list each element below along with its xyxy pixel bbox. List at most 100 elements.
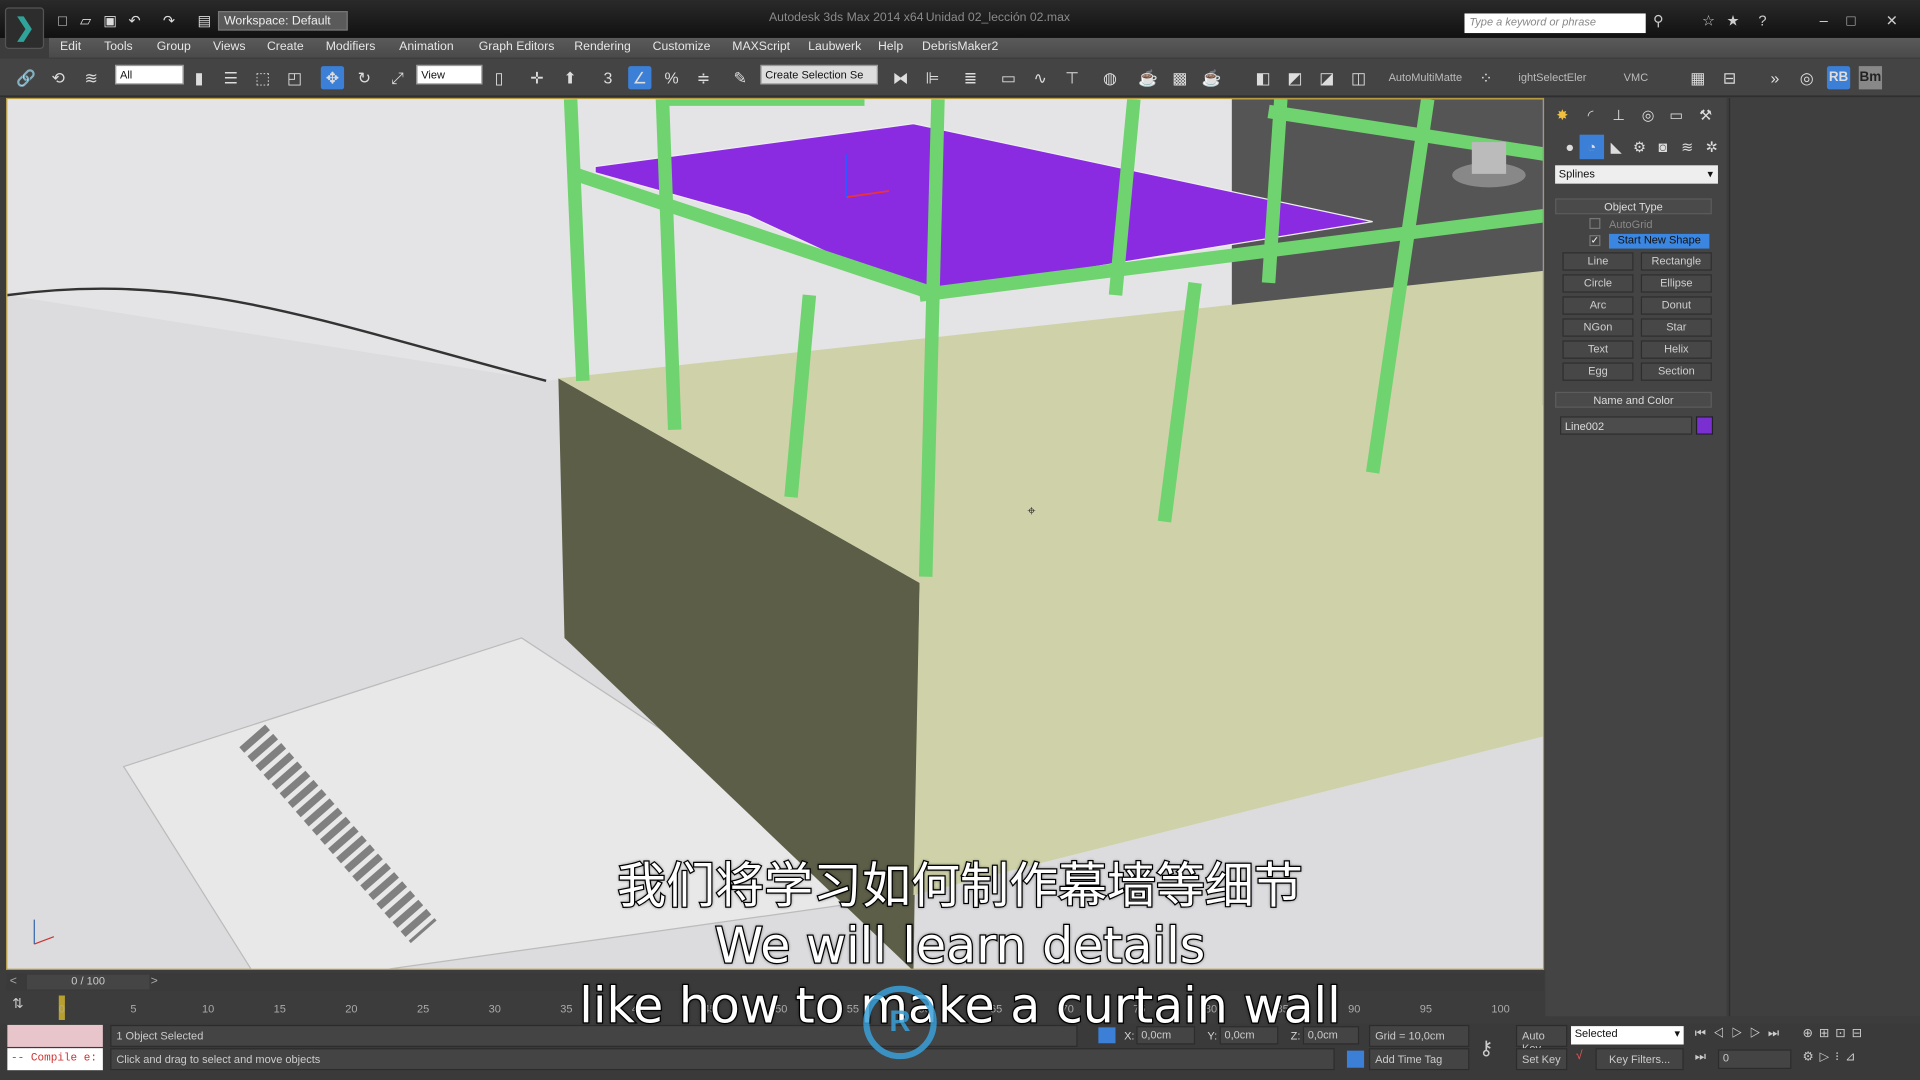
circle-button[interactable]: Circle (1562, 274, 1634, 293)
snaps-toggle-icon[interactable]: 3 (596, 66, 619, 89)
donut-button[interactable]: Donut (1640, 296, 1712, 315)
star-button[interactable]: Star (1640, 318, 1712, 337)
named-selection-dropdown[interactable]: Create Selection Se (760, 64, 878, 85)
object-color-swatch[interactable] (1695, 416, 1714, 435)
text-button[interactable]: Text (1562, 340, 1634, 359)
spinner-snap-icon[interactable]: ≑ (692, 66, 715, 89)
schematic-view-icon[interactable]: ⊤ (1060, 66, 1083, 89)
light-select-button[interactable]: ightSelectEler (1518, 71, 1586, 83)
menu-laubwerk[interactable]: Laubwerk (808, 40, 861, 53)
redo-icon[interactable]: ↷ (160, 12, 177, 29)
name-and-color-rollout[interactable]: Name and Color (1555, 391, 1712, 408)
object-type-rollout[interactable]: Object Type (1555, 198, 1712, 215)
favorite-icon[interactable]: ★ (1727, 12, 1740, 29)
menu-modifiers[interactable]: Modifiers (326, 40, 376, 53)
mirror-icon[interactable]: ⧓ (889, 66, 912, 89)
project-folder-icon[interactable]: ▤ (196, 12, 213, 29)
ellipse-button[interactable]: Ellipse (1640, 274, 1712, 293)
menu-tools[interactable]: Tools (104, 40, 133, 53)
systems-icon[interactable]: ✲ (1700, 135, 1724, 159)
collapse-icon[interactable]: ⊟ (1718, 66, 1741, 89)
search-input[interactable]: Type a keyword or phrase (1464, 13, 1646, 34)
star-icon[interactable]: ☆ (1702, 12, 1715, 29)
maximize-icon[interactable]: □ (1847, 12, 1856, 29)
start-new-shape-checkbox[interactable]: ✓ (1589, 235, 1601, 247)
render-setup-icon[interactable]: ☕ (1136, 66, 1159, 89)
link-icon[interactable]: 🔗 (15, 66, 38, 89)
plugin-icon[interactable]: ◎ (1795, 66, 1818, 89)
align-icon[interactable]: ⊫ (921, 66, 944, 89)
lights-icon[interactable]: ◣ (1604, 135, 1628, 159)
display-tab-icon[interactable]: ▭ (1664, 103, 1688, 127)
render-production-icon[interactable]: ☕ (1200, 66, 1223, 89)
container-remove-icon[interactable]: ◪ (1315, 66, 1338, 89)
menu-views[interactable]: Views (213, 40, 245, 53)
perspective-viewport[interactable]: ⌖ (6, 97, 1545, 970)
maxscript-output[interactable]: -- Compile e: (7, 1048, 103, 1071)
select-by-name-icon[interactable]: ☰ (219, 66, 242, 89)
menu-create[interactable]: Create (267, 40, 304, 53)
percent-snap-icon[interactable]: % (660, 66, 683, 89)
select-move-icon[interactable]: ✥ (320, 66, 345, 90)
utilities-tab-icon[interactable]: ⚒ (1693, 103, 1717, 127)
bm-button[interactable]: Bm (1858, 66, 1883, 90)
particles-icon[interactable]: ⁘ (1474, 66, 1497, 89)
vmc-button[interactable]: VMC (1624, 71, 1648, 83)
create-tab-icon[interactable]: ✸ (1550, 103, 1574, 127)
window-crossing-icon[interactable]: ◰ (283, 66, 306, 89)
egg-button[interactable]: Egg (1562, 362, 1634, 381)
app-logo[interactable]: ❯ (4, 7, 45, 49)
keyboard-shortcut-icon[interactable]: ⬆ (558, 66, 581, 89)
manipulate-icon[interactable]: ✛ (525, 66, 548, 89)
set-key-button[interactable]: Set Key (1515, 1048, 1568, 1071)
container-inherit-icon[interactable]: ◫ (1347, 66, 1370, 89)
material-editor-icon[interactable]: ◍ (1098, 66, 1121, 89)
select-rotate-icon[interactable]: ↻ (353, 66, 376, 89)
undo-icon[interactable]: ↶ (126, 12, 143, 29)
edit-named-selection-icon[interactable]: ✎ (729, 66, 752, 89)
new-file-icon[interactable]: □ (54, 12, 71, 29)
hierarchy-icon[interactable]: ▦ (1686, 66, 1709, 89)
menu-customize[interactable]: Customize (653, 40, 711, 53)
motion-tab-icon[interactable]: ◎ (1636, 103, 1660, 127)
menu-debrismaker2[interactable]: DebrisMaker2 (922, 40, 998, 53)
minimize-icon[interactable]: – (1820, 12, 1828, 29)
key-tangent-icon[interactable]: √ (1576, 1049, 1583, 1062)
menu-rendering[interactable]: Rendering (574, 40, 631, 53)
menu-help[interactable]: Help (878, 40, 903, 53)
workspace-dropdown[interactable]: Workspace: Default (217, 11, 348, 31)
binoculars-icon[interactable]: ⚲ (1653, 12, 1664, 29)
chevron-down-icon[interactable]: » (1763, 66, 1786, 89)
angle-snap-icon[interactable]: ∠ (628, 66, 652, 90)
rectangle-button[interactable]: Rectangle (1640, 252, 1712, 271)
auto-multi-matte-button[interactable]: AutoMultiMatte (1389, 71, 1463, 83)
bind-spacewarp-icon[interactable]: ≋ (80, 66, 103, 89)
key-mode-toggle-icon[interactable]: ⏭ (1695, 1051, 1706, 1064)
layer-manager-icon[interactable]: ≣ (959, 66, 982, 89)
select-object-icon[interactable]: ▮ (187, 66, 210, 89)
key-filters-button[interactable]: Key Filters... (1595, 1048, 1684, 1071)
help-icon[interactable]: ? (1758, 12, 1766, 29)
ngon-button[interactable]: NGon (1562, 318, 1634, 337)
menu-animation[interactable]: Animation (399, 40, 453, 53)
line-button[interactable]: Line (1562, 252, 1634, 271)
reference-coordinate-dropdown[interactable]: View (416, 64, 483, 85)
unlink-icon[interactable]: ⟲ (47, 66, 70, 89)
menu-maxscript[interactable]: MAXScript (732, 40, 790, 53)
time-tag-icon[interactable] (1346, 1050, 1365, 1068)
viewport-nav-controls-2[interactable]: ⚙▷⁝⊿ (1802, 1051, 1861, 1064)
selection-filter-dropdown[interactable]: All (115, 64, 184, 85)
helpers-icon[interactable]: ◙ (1651, 135, 1675, 159)
save-icon[interactable]: ▣ (102, 12, 119, 29)
current-frame-input[interactable]: 0 (1717, 1049, 1792, 1069)
scene-explorer-icon[interactable]: ▭ (997, 66, 1020, 89)
spacewarps-icon[interactable]: ≋ (1675, 135, 1699, 159)
hierarchy-tab-icon[interactable]: ⊥ (1607, 103, 1631, 127)
menu-group[interactable]: Group (157, 40, 191, 53)
add-time-tag-button[interactable]: Add Time Tag (1368, 1048, 1470, 1071)
helix-button[interactable]: Helix (1640, 340, 1712, 359)
curve-editor-icon[interactable]: ∿ (1029, 66, 1052, 89)
rendered-frame-window-icon[interactable]: ▩ (1168, 66, 1191, 89)
arc-button[interactable]: Arc (1562, 296, 1634, 315)
shapes-icon[interactable]: ◔ (1579, 134, 1605, 160)
